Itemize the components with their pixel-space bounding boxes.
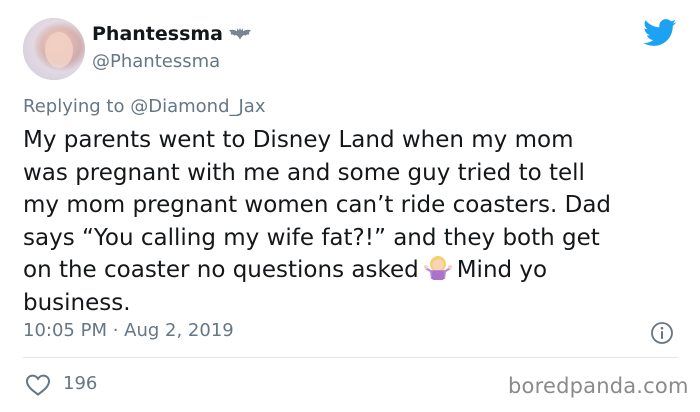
tweet-line-segment: on the coaster no questions asked (23, 257, 419, 283)
tweet-timestamp[interactable]: 10:05 PM · Aug 2, 2019 (23, 320, 234, 341)
tweet-line: my mom pregnant women can’t ride coaster… (23, 192, 612, 218)
tweet-line: business. (23, 289, 131, 316)
reply-prefix: Replying to (23, 96, 125, 117)
user-handle[interactable]: @Phantessma (92, 51, 220, 72)
display-name[interactable]: Phantessma (92, 23, 223, 45)
info-icon[interactable] (650, 321, 674, 345)
twitter-bird-icon[interactable] (643, 19, 677, 47)
tweet-line: My parents went to Disney Land when my m… (23, 127, 574, 153)
like-count: 196 (63, 373, 98, 394)
avatar[interactable] (23, 18, 85, 80)
watermark: boredpanda.com (508, 374, 689, 398)
tweet-line: says “You calling my wife fat?!” and the… (23, 224, 600, 251)
divider (23, 357, 678, 358)
avatar-hair (23, 18, 85, 80)
reply-mention-link[interactable]: @Diamond_Jax (130, 96, 265, 117)
tweet-line-segment: Mind yo (456, 257, 548, 283)
tweet-line: was pregnant with me and some guy tried … (23, 159, 585, 186)
woman-shrugging-emoji (423, 256, 452, 280)
tweet-line-with-emoji: on the coaster no questions asked Mind y… (23, 254, 683, 287)
reply-context: Replying to @Diamond_Jax (23, 96, 265, 117)
tweet-text: My parents went to Disney Land when my m… (23, 124, 683, 319)
heart-icon[interactable] (25, 373, 51, 397)
bat-icon (229, 28, 251, 40)
